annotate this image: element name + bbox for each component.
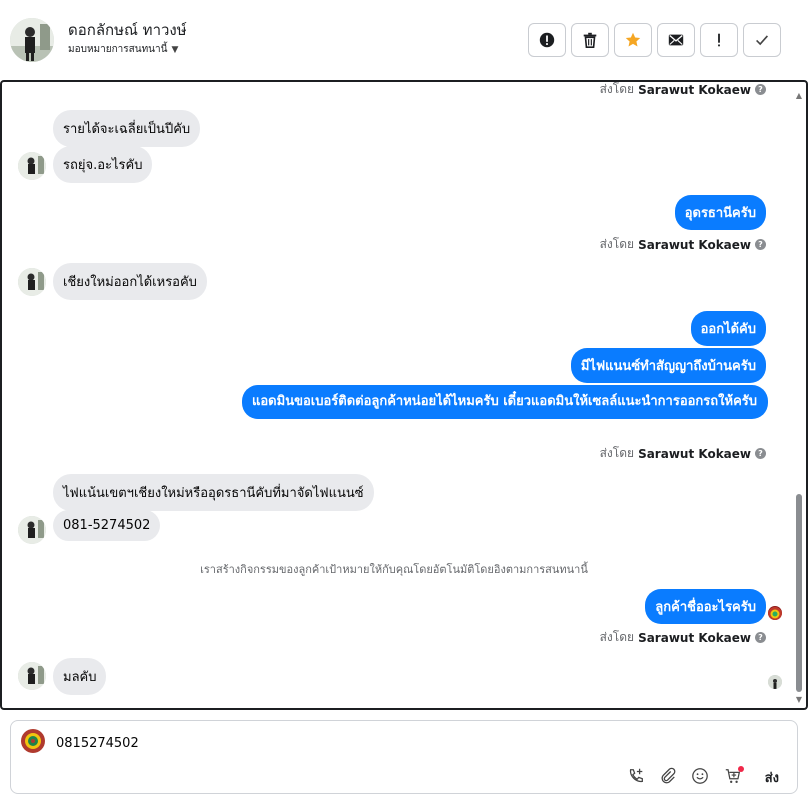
page-avatar[interactable] — [21, 729, 45, 753]
outgoing-message[interactable]: ออกได้คับ — [690, 311, 766, 346]
contact-avatar-small[interactable] — [18, 152, 46, 180]
incoming-message[interactable]: มลคับ — [53, 658, 107, 695]
exclamation-icon — [718, 33, 720, 47]
delete-button[interactable] — [571, 23, 609, 57]
sent-by-prefix: ส่งโดย — [599, 446, 635, 460]
done-button[interactable] — [743, 23, 781, 57]
contact-avatar[interactable] — [10, 18, 54, 62]
contact-avatar-small[interactable] — [18, 662, 46, 690]
star-icon — [625, 32, 641, 47]
page-seen-avatar — [768, 606, 782, 620]
contact-seen-avatar — [768, 675, 782, 689]
contact-avatar-small[interactable] — [18, 268, 46, 296]
notification-dot — [738, 766, 744, 772]
sent-by-prefix: ส่งโดย — [599, 82, 635, 96]
incoming-message[interactable]: 081-5274502 — [53, 510, 161, 541]
mark-unread-button[interactable] — [657, 23, 695, 57]
sent-by-label: ส่งโดย Sarawut Kokaew ? — [599, 82, 766, 99]
sent-by-label: ส่งโดย Sarawut Kokaew ? — [600, 444, 766, 463]
add-to-cart-button[interactable] — [722, 765, 744, 787]
check-icon — [756, 35, 769, 46]
incoming-message[interactable]: ไฟแน้นเขตฯเชียงใหม่หรืออุดรธานีคับที่มาจ… — [53, 474, 374, 511]
phone-add-icon — [629, 768, 643, 783]
incoming-message[interactable]: เชียงใหม่ออกได้เหรอคับ — [53, 263, 207, 300]
question-icon[interactable]: ? — [755, 84, 766, 95]
incoming-message[interactable]: รายได้จะเฉลี่ยเป็นปีคับ — [53, 110, 201, 147]
assign-label: มอบหมายการสนทนานี้ — [68, 44, 168, 55]
attach-button[interactable] — [657, 765, 679, 787]
sent-by-label: ส่งโดย Sarawut Kokaew ? — [600, 235, 766, 254]
scroll-up-arrow-icon[interactable]: ▲ — [794, 90, 804, 100]
message-input[interactable]: 0815274502 — [56, 736, 139, 751]
report-button[interactable] — [528, 23, 566, 57]
header-actions — [528, 23, 781, 57]
question-icon[interactable]: ? — [755, 239, 766, 250]
envelope-icon — [668, 34, 684, 46]
system-note: เราสร้างกิจกรรมของลูกค้าเป้าหมายให้กับคุ… — [200, 563, 588, 576]
exclamation-circle-icon — [539, 32, 555, 48]
sender-name: Sarawut Kokaew — [638, 82, 751, 97]
emoji-button[interactable] — [689, 765, 711, 787]
scroll-thumb[interactable] — [796, 494, 802, 692]
paperclip-icon — [661, 767, 676, 784]
outgoing-message[interactable]: แอดมินขอเบอร์ติดต่อลูกค้าหน่อยได้ไหมครับ… — [242, 385, 768, 419]
star-button[interactable] — [614, 23, 652, 57]
sender-name: Sarawut Kokaew — [638, 446, 751, 461]
sender-name: Sarawut Kokaew — [638, 630, 751, 645]
chat-scrollbar[interactable]: ▲ ▼ — [794, 86, 804, 706]
assign-conversation-dropdown[interactable]: มอบหมายการสนทนานี้ ▼ — [68, 42, 178, 57]
contact-name[interactable]: ดอกลักษณ์ ทาวงษ์ — [68, 18, 187, 42]
incoming-message[interactable]: รถยุ่จ.อะไรคับ — [53, 146, 153, 183]
outgoing-message[interactable]: อุดรธานีครับ — [674, 195, 766, 230]
message-composer[interactable]: 0815274502 ส่ง — [10, 720, 798, 794]
send-button[interactable]: ส่ง — [765, 767, 779, 788]
important-button[interactable] — [700, 23, 738, 57]
emoji-icon — [692, 768, 708, 784]
sender-name: Sarawut Kokaew — [638, 237, 751, 252]
sent-by-prefix: ส่งโดย — [599, 237, 635, 251]
question-icon[interactable]: ? — [755, 448, 766, 459]
outgoing-message[interactable]: มีไฟแนนซ์ทำสัญญาถึงบ้านครับ — [570, 348, 766, 383]
message-thread[interactable]: ส่งโดย Sarawut Kokaew ? รายได้จะเฉลี่ยเป… — [0, 80, 808, 710]
call-button[interactable] — [625, 765, 647, 787]
contact-avatar-small[interactable] — [18, 516, 46, 544]
conversation-header: ดอกลักษณ์ ทาวงษ์ มอบหมายการสนทนานี้ ▼ — [0, 0, 808, 80]
outgoing-message[interactable]: ลูกค้าชื่ออะไรครับ — [645, 589, 766, 624]
scroll-down-arrow-icon[interactable]: ▼ — [794, 694, 804, 704]
messenger-window: ดอกลักษณ์ ทาวงษ์ มอบหมายการสนทนานี้ ▼ ส่… — [0, 0, 808, 796]
caret-down-icon: ▼ — [171, 44, 179, 55]
sent-by-label: ส่งโดย Sarawut Kokaew ? — [600, 628, 766, 647]
question-icon[interactable]: ? — [755, 632, 766, 643]
trash-icon — [583, 32, 597, 49]
sent-by-prefix: ส่งโดย — [599, 630, 635, 644]
